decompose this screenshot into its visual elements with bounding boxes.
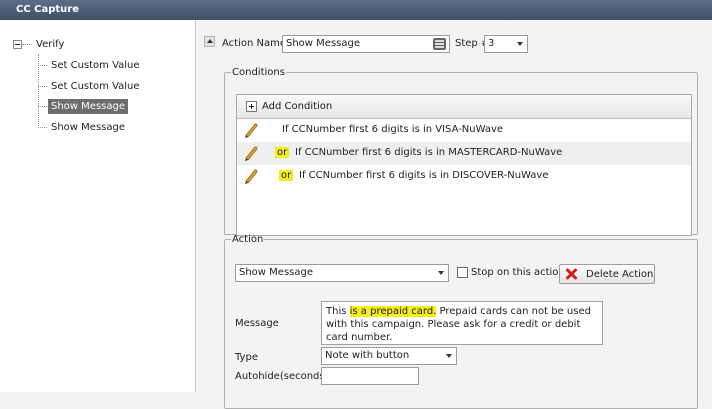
delete-action-button[interactable]: Delete Action [559,264,655,284]
condition-text: If CCNumber first 6 digits is in DISCOVE… [299,170,549,181]
message-text-start: This [326,306,350,317]
tree-connector [38,126,47,128]
tree-root[interactable]: Verify [13,39,64,50]
conditions-legend: Conditions [232,67,285,78]
pencil-icon[interactable] [243,145,259,161]
plus-icon [246,101,257,112]
message-textarea[interactable]: This is a prepaid card. Prepaid cards ca… [321,301,603,345]
scroll-up-icon[interactable] [204,36,215,47]
action-type-select[interactable]: Show Message [235,264,449,282]
action-legend: Action [232,234,264,245]
action-tree: Verify Set Custom Value Set Custom Value… [0,20,196,392]
chevron-down-icon [438,271,444,275]
tree-connector [38,64,47,66]
condition-row[interactable]: or If CCNumber first 6 digits is in MAST… [237,142,691,165]
tree-item-label: Set Custom Value [51,59,140,71]
step-select[interactable]: 3 [484,35,528,53]
pencil-icon[interactable] [243,168,259,184]
window-title: CC Capture [0,0,712,20]
add-condition-button[interactable]: Add Condition [237,95,691,119]
autohide-label: Autohide(seconds) [235,371,329,382]
message-label: Message [235,318,279,329]
stop-checkbox[interactable] [457,267,468,278]
chevron-down-icon [446,354,452,358]
tree-item[interactable]: Show Message [38,118,128,136]
condition-row[interactable]: or If CCNumber first 6 digits is in DISC… [237,165,691,188]
condition-row[interactable]: If CCNumber first 6 digits is in VISA-Nu… [237,119,691,142]
action-group: Action Show Message Stop on this action … [224,234,698,409]
action-name-label: Action Name [222,38,286,49]
keyboard-icon[interactable] [433,38,446,50]
action-editor: Action Name Show Message Step # 3 Condit… [200,20,712,409]
tree-connector [22,44,32,45]
delete-x-icon [564,267,578,281]
tree-connector [38,105,47,107]
tree-item-label: Show Message [51,121,125,133]
message-type-select[interactable]: Note with button [321,347,457,365]
tree-root-label: Verify [36,39,65,50]
stop-label: Stop on this action [471,267,565,278]
condition-text: If CCNumber first 6 digits is in VISA-Nu… [282,124,504,135]
tree-item-selected[interactable]: Show Message [38,97,128,115]
chevron-down-icon [517,42,523,46]
conditions-list: Add Condition If CCNumber first 6 digits… [236,94,692,236]
tree-item[interactable]: Set Custom Value [38,77,143,95]
conditions-group: Conditions Add Condition If CCNumber fir… [224,67,698,236]
add-condition-label: Add Condition [262,101,333,112]
or-operator: or [279,170,294,181]
tree-connector [38,85,47,87]
action-name-value: Show Message [286,38,360,49]
condition-text: If CCNumber first 6 digits is in MASTERC… [295,147,563,158]
or-operator: or [275,147,290,158]
action-type-value: Show Message [239,267,313,278]
collapse-icon[interactable] [13,40,22,49]
message-type-value: Note with button [325,350,410,361]
tree-item[interactable]: Set Custom Value [38,56,143,74]
autohide-field[interactable] [321,367,419,385]
pencil-icon[interactable] [243,122,259,138]
step-value: 3 [488,38,495,49]
action-name-field[interactable]: Show Message [282,35,450,53]
tree-item-label: Set Custom Value [51,80,140,92]
type-label: Type [235,352,258,363]
message-highlight: is a prepaid card. [349,306,437,317]
tree-item-label: Show Message [48,98,128,114]
delete-action-label: Delete Action [586,268,654,280]
